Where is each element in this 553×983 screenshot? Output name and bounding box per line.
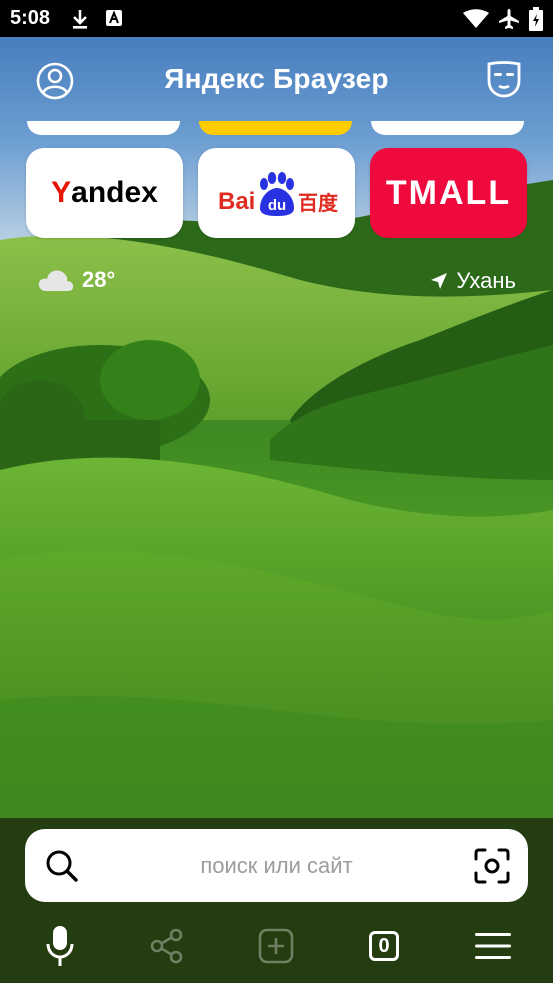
weather-temperature: 28° [82, 267, 116, 292]
svg-text:Bai: Bai [218, 188, 255, 215]
share-button[interactable] [145, 924, 189, 968]
partial-tile-yellow[interactable] [199, 121, 352, 135]
location-widget[interactable]: Ухань [430, 266, 516, 296]
font-notification-icon [106, 10, 122, 26]
menu-icon [475, 933, 511, 959]
svg-text:百度: 百度 [298, 191, 339, 215]
incognito-button[interactable] [484, 59, 524, 99]
bottom-panel: поиск или сайт 0 [0, 818, 553, 983]
search-bar[interactable]: поиск или сайт [25, 829, 528, 902]
app-title: Яндекс Браузер [164, 63, 389, 94]
partial-tile-right[interactable] [371, 121, 524, 135]
incognito-mask-icon [487, 61, 521, 98]
cloud-icon [38, 270, 74, 291]
share-icon [150, 928, 183, 964]
tile-yandex[interactable]: Yandex [26, 148, 183, 238]
wifi-icon [463, 9, 489, 28]
screen: 5:08 Яндекс Браузер Y andex du Bai 百度 TM… [0, 0, 553, 983]
bottom-toolbar: 0 [0, 918, 553, 978]
tile-tmall[interactable]: TMALL [370, 148, 527, 238]
menu-button[interactable] [471, 924, 515, 968]
header: Яндекс Браузер [0, 37, 553, 121]
camera-search-button[interactable] [473, 847, 511, 885]
baidu-logo: du Bai 百度 [218, 172, 339, 216]
weather-widget[interactable]: 28° [38, 263, 115, 297]
new-tab-icon [258, 928, 294, 964]
microphone-icon [46, 926, 74, 966]
tabs-icon: 0 [369, 931, 399, 961]
location-arrow-icon [431, 273, 448, 289]
search-placeholder: поиск или сайт [200, 853, 353, 878]
tmall-logo: TMALL [385, 173, 512, 212]
status-time: 5:08 [10, 7, 51, 29]
yandex-logo: Yandex [51, 176, 158, 209]
svg-text:du: du [268, 197, 286, 214]
partial-tile-left[interactable] [27, 121, 180, 135]
airplane-mode-icon [499, 9, 519, 29]
battery-icon [529, 7, 543, 31]
tabs-count: 0 [378, 934, 390, 957]
location-name: Ухань [456, 268, 516, 293]
download-icon [73, 10, 87, 29]
scan-icon [474, 848, 510, 884]
tile-baidu[interactable]: du Bai 百度 [198, 148, 355, 238]
status-bar: 5:08 [0, 0, 553, 37]
voice-search-button[interactable] [38, 924, 82, 968]
tabs-button[interactable]: 0 [362, 924, 406, 968]
new-tab-button[interactable] [254, 924, 298, 968]
